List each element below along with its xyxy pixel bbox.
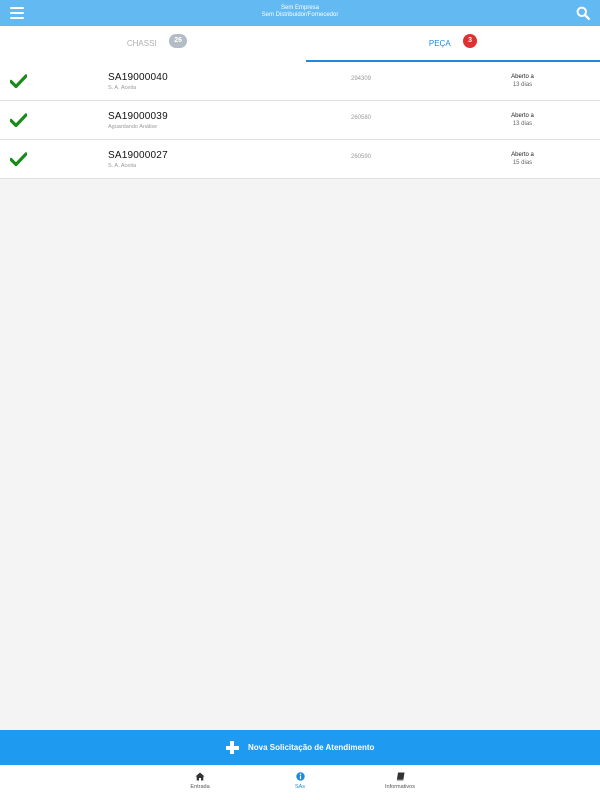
new-request-button[interactable]: Nova Solicitação de Atendimento xyxy=(0,730,600,765)
tab-peca-count-badge: 3 xyxy=(463,34,478,48)
sa-code: 260590 xyxy=(351,154,372,160)
open-label: Aberto a xyxy=(511,152,534,158)
app-header: Sem Empresa Sem Distribuidor/Fornecedor xyxy=(0,0,600,26)
nav-item-sas[interactable]: SAs xyxy=(260,772,340,790)
list-item[interactable]: SA19000039 Aguardando Análise 260580 Abe… xyxy=(0,101,600,140)
sa-code: 260580 xyxy=(351,115,372,121)
sa-status-text: S. A. Aceita xyxy=(108,163,137,169)
tab-peca[interactable]: PEÇA 3 xyxy=(306,26,600,62)
distributor-name: Sem Distribuidor/Fornecedor xyxy=(261,12,339,18)
open-label: Aberto a xyxy=(511,74,534,80)
tab-chassi-label: CHASSI xyxy=(126,39,157,48)
nav-item-informativos[interactable]: Informativos xyxy=(360,772,440,790)
new-request-label: Nova Solicitação de Atendimento xyxy=(248,743,375,752)
header-titles: Sem Empresa Sem Distribuidor/Fornecedor xyxy=(200,5,400,19)
nav-label-entrada: Entrada xyxy=(190,784,210,790)
book-icon xyxy=(396,772,404,781)
info-icon xyxy=(295,772,305,781)
sa-number: SA19000040 xyxy=(108,72,168,83)
search-icon[interactable] xyxy=(576,6,591,21)
home-icon xyxy=(195,772,205,781)
sa-open-duration: Aberto a 13 dias xyxy=(495,73,550,89)
sa-open-duration: Aberto a 13 dias xyxy=(495,112,550,128)
company-name: Sem Empresa xyxy=(280,5,319,11)
sa-number: SA19000027 xyxy=(108,150,168,161)
menu-icon[interactable] xyxy=(10,7,24,19)
check-icon xyxy=(10,113,27,127)
open-days: 15 dias xyxy=(512,160,533,166)
sa-status-text: Aguardando Análise xyxy=(108,124,158,130)
sa-list: SA19000040 S. A. Aceita 294309 Aberto a … xyxy=(0,62,600,179)
sa-open-duration: Aberto a 15 dias xyxy=(495,151,550,167)
sa-number: SA19000039 xyxy=(108,111,168,122)
sa-code: 294309 xyxy=(351,76,372,82)
check-icon xyxy=(10,74,27,88)
check-icon xyxy=(10,152,27,166)
tab-bar: CHASSI 26 PEÇA 3 xyxy=(0,26,600,62)
nav-label-sas: SAs xyxy=(294,784,306,790)
open-label: Aberto a xyxy=(511,113,534,119)
open-days: 13 dias xyxy=(512,82,533,88)
tab-peca-label: PEÇA xyxy=(428,39,451,48)
tab-chassi-count-badge: 26 xyxy=(169,34,188,48)
bottom-nav: Entrada SAs Informativos xyxy=(0,765,600,800)
tab-chassi[interactable]: CHASSI 26 xyxy=(10,26,304,62)
plus-icon xyxy=(225,741,239,754)
list-item[interactable]: SA19000040 S. A. Aceita 294309 Aberto a … xyxy=(0,62,600,101)
list-item[interactable]: SA19000027 S. A. Aceita 260590 Aberto a … xyxy=(0,140,600,179)
open-days: 13 dias xyxy=(512,121,533,127)
sa-status-text: S. A. Aceita xyxy=(108,85,137,91)
nav-item-entrada[interactable]: Entrada xyxy=(160,772,240,790)
nav-label-informativos: Informativos xyxy=(385,784,415,790)
